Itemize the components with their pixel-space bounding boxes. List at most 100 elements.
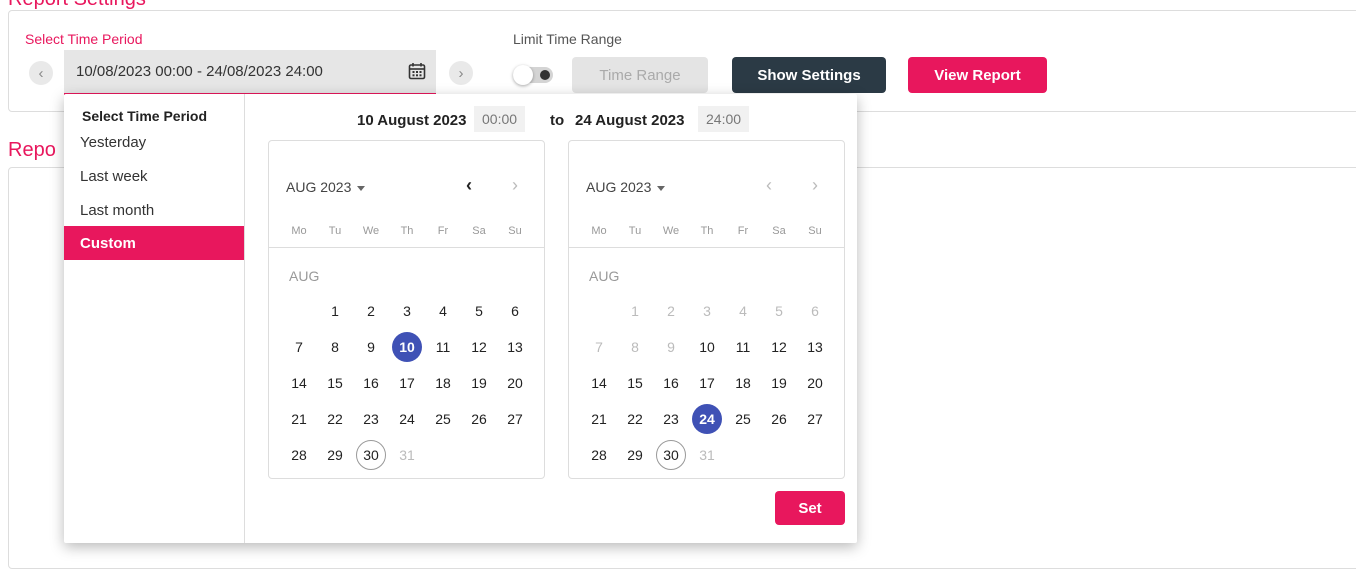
calendar-day[interactable]: 22 xyxy=(317,401,353,437)
calendar-day[interactable]: 31 xyxy=(689,437,725,473)
end-day-grid: 1 2 3 4 5 6 7 8 9 10 11 12 13 14 15 16 17 18 19 20 21 22 23 24 2… xyxy=(581,293,833,473)
end-next-month-button[interactable]: › xyxy=(812,175,818,196)
start-time-input[interactable]: 00:00 xyxy=(474,106,526,132)
calendar-day-number: 20 xyxy=(807,375,823,391)
calendar-day[interactable]: 3 xyxy=(389,293,425,329)
calendar-day[interactable]: 15 xyxy=(617,365,653,401)
set-button[interactable]: Set xyxy=(775,491,845,525)
calendar-day[interactable]: 19 xyxy=(761,365,797,401)
menu-item-last-week[interactable]: Last week xyxy=(64,159,244,193)
calendar-day[interactable]: 27 xyxy=(497,401,533,437)
calendar-day[interactable]: 12 xyxy=(761,329,797,365)
calendar-day[interactable]: 29 xyxy=(317,437,353,473)
calendar-day[interactable]: 31 xyxy=(389,437,425,473)
calendar-day[interactable]: 23 xyxy=(653,401,689,437)
calendar-icon[interactable] xyxy=(408,62,426,80)
next-period-button[interactable]: › xyxy=(449,61,473,85)
start-prev-month-button[interactable]: ‹ xyxy=(466,175,472,196)
end-month-select[interactable]: AUG 2023 xyxy=(586,179,666,195)
calendar-day[interactable]: 11 xyxy=(725,329,761,365)
calendar-day[interactable]: 6 xyxy=(497,293,533,329)
calendar-day[interactable]: 4 xyxy=(425,293,461,329)
menu-item-last-month[interactable]: Last month xyxy=(64,193,244,227)
time-period-input[interactable]: 10/08/2023 00:00 - 24/08/2023 24:00 xyxy=(64,50,436,95)
calendar-day-number: 10 xyxy=(399,339,415,355)
calendar-day-today[interactable]: 30 xyxy=(653,437,689,473)
calendar-day[interactable]: 28 xyxy=(581,437,617,473)
calendar-day[interactable]: 5 xyxy=(461,293,497,329)
calendar-day[interactable]: 23 xyxy=(353,401,389,437)
calendar-day-number: 15 xyxy=(327,375,343,391)
calendar-day[interactable]: 3 xyxy=(689,293,725,329)
calendar-day[interactable]: 22 xyxy=(617,401,653,437)
start-month-select[interactable]: AUG 2023 xyxy=(286,179,366,195)
calendar-day[interactable]: 5 xyxy=(761,293,797,329)
time-range-button[interactable]: Time Range xyxy=(572,57,708,93)
calendar-day[interactable]: 21 xyxy=(281,401,317,437)
calendar-day[interactable]: 25 xyxy=(725,401,761,437)
menu-item-custom[interactable]: Custom xyxy=(64,226,244,260)
calendar-day[interactable]: 16 xyxy=(653,365,689,401)
calendar-day[interactable]: 14 xyxy=(281,365,317,401)
calendar-day[interactable]: 15 xyxy=(317,365,353,401)
calendar-day-number: 23 xyxy=(363,411,379,427)
calendar-day-selected[interactable]: 10 xyxy=(389,329,425,365)
calendar-day[interactable]: 16 xyxy=(353,365,389,401)
weekday-label: Fr xyxy=(737,225,749,237)
calendar-day[interactable]: 13 xyxy=(497,329,533,365)
calendar-day-number: 27 xyxy=(507,411,523,427)
calendar-day-selected[interactable]: 24 xyxy=(689,401,725,437)
calendar-day[interactable]: 14 xyxy=(581,365,617,401)
calendar-day[interactable]: 29 xyxy=(617,437,653,473)
limit-time-range-toggle[interactable] xyxy=(513,65,553,85)
calendar-day[interactable]: 13 xyxy=(797,329,833,365)
menu-item-yesterday[interactable]: Yesterday xyxy=(64,125,244,159)
calendar-day[interactable]: 2 xyxy=(653,293,689,329)
calendar-day[interactable]: 20 xyxy=(497,365,533,401)
calendar-day[interactable]: 26 xyxy=(461,401,497,437)
end-time-input[interactable]: 24:00 xyxy=(698,106,750,132)
show-settings-button[interactable]: Show Settings xyxy=(732,57,886,93)
calendar-day-number: 21 xyxy=(291,411,307,427)
calendar-day[interactable]: 12 xyxy=(461,329,497,365)
calendar-day[interactable]: 20 xyxy=(797,365,833,401)
calendar-day[interactable]: 28 xyxy=(281,437,317,473)
calendar-day[interactable]: 4 xyxy=(725,293,761,329)
calendar-day[interactable]: 8 xyxy=(317,329,353,365)
calendar-day-today[interactable]: 30 xyxy=(353,437,389,473)
calendar-day-number: 10 xyxy=(699,339,715,355)
start-next-month-button[interactable]: › xyxy=(512,175,518,196)
calendar-day[interactable]: 25 xyxy=(425,401,461,437)
calendar-day[interactable]: 27 xyxy=(797,401,833,437)
start-day-grid: 1 2 3 4 5 6 7 8 9 10 11 12 13 14 15 16 17 18 19 20 21 22 23 24 2… xyxy=(281,293,533,473)
calendar-day[interactable]: 18 xyxy=(725,365,761,401)
calendar-day-number: 6 xyxy=(511,303,519,319)
calendar-day[interactable]: 11 xyxy=(425,329,461,365)
prev-period-button[interactable]: ‹ xyxy=(29,61,53,85)
calendar-day[interactable]: 2 xyxy=(353,293,389,329)
calendar-day[interactable]: 26 xyxy=(761,401,797,437)
calendar-day[interactable]: 24 xyxy=(389,401,425,437)
calendar-day[interactable]: 18 xyxy=(425,365,461,401)
calendar-day[interactable]: 6 xyxy=(797,293,833,329)
dropdown-caret-icon xyxy=(657,185,666,191)
calendar-day-number: 18 xyxy=(735,375,751,391)
calendar-day[interactable]: 9 xyxy=(653,329,689,365)
view-report-button[interactable]: View Report xyxy=(908,57,1047,93)
calendar-day[interactable]: 9 xyxy=(353,329,389,365)
calendar-day[interactable]: 7 xyxy=(281,329,317,365)
calendar-day-number: 29 xyxy=(327,447,343,463)
weekday-label: Tu xyxy=(628,225,642,237)
calendar-day[interactable]: 17 xyxy=(389,365,425,401)
calendar-day[interactable]: 1 xyxy=(317,293,353,329)
calendar-day[interactable]: 8 xyxy=(617,329,653,365)
calendar-day[interactable]: 7 xyxy=(581,329,617,365)
calendar-day-number: 11 xyxy=(735,339,751,355)
calendar-day[interactable]: 1 xyxy=(617,293,653,329)
calendar-day[interactable]: 10 xyxy=(689,329,725,365)
calendar-day[interactable]: 17 xyxy=(689,365,725,401)
calendar-day[interactable]: 21 xyxy=(581,401,617,437)
calendar-day-number: 13 xyxy=(807,339,823,355)
calendar-day[interactable]: 19 xyxy=(461,365,497,401)
end-prev-month-button[interactable]: ‹ xyxy=(766,175,772,196)
